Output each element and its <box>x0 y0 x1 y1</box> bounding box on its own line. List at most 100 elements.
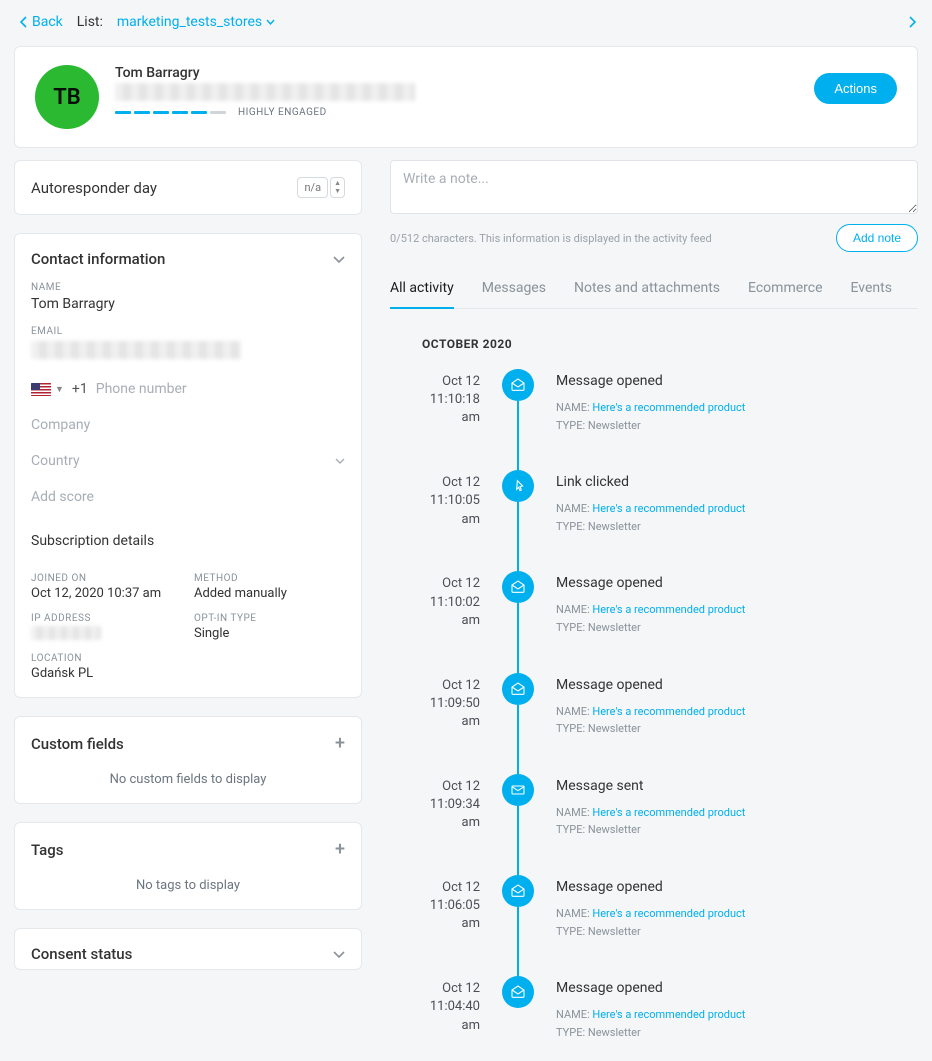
event-type-value: Newsletter <box>588 1026 641 1039</box>
note-textarea[interactable] <box>390 160 918 214</box>
contact-header: TB Tom Barragry HIGHLY ENGAGED Actions <box>14 46 918 148</box>
event-title: Message opened <box>556 373 745 389</box>
event-type-value: Newsletter <box>588 722 641 735</box>
event-type-label: TYPE: <box>556 419 588 432</box>
name-label: NAME <box>31 282 345 293</box>
event-message-link[interactable]: Here's a recommended product <box>592 502 745 515</box>
event-type-label: TYPE: <box>556 1026 588 1039</box>
add-custom-field-button[interactable]: + <box>335 733 345 754</box>
tags-title: Tags <box>31 841 63 859</box>
caret-down-icon <box>335 458 345 464</box>
avatar: TB <box>35 65 99 129</box>
tab-events[interactable]: Events <box>851 280 892 308</box>
event-title: Link clicked <box>556 474 745 490</box>
timeline-line <box>517 401 519 472</box>
consent-collapse-toggle[interactable] <box>333 945 345 963</box>
event-message-link[interactable]: Here's a recommended product <box>592 705 745 718</box>
redacted-email <box>115 83 415 101</box>
event-time: Oct 1211:10:05am <box>422 470 480 529</box>
phone-placeholder: Phone number <box>96 381 187 397</box>
custom-fields-panel: Custom fields + No custom fields to disp… <box>14 716 362 804</box>
phone-input[interactable]: ▼ +1 Phone number <box>31 381 345 397</box>
event-name-label: NAME: <box>556 401 592 414</box>
note-counter: 0/512 characters. This information is di… <box>390 232 712 245</box>
list-name-text: marketing_tests_stores <box>117 14 262 30</box>
event-type-label: TYPE: <box>556 520 588 533</box>
autoresponder-title: Autoresponder day <box>31 179 157 197</box>
back-label: Back <box>32 14 63 30</box>
score-input[interactable]: Add score <box>31 489 345 505</box>
actions-button[interactable]: Actions <box>814 73 897 104</box>
joined-label: JOINED ON <box>31 573 182 584</box>
event-message-link[interactable]: Here's a recommended product <box>592 603 745 616</box>
event-message-link[interactable]: Here's a recommended product <box>592 401 745 414</box>
tab-messages[interactable]: Messages <box>482 280 546 308</box>
contact-meta: Tom Barragry HIGHLY ENGAGED <box>115 65 415 118</box>
activity-timeline: OCTOBER 2020 Oct 1211:10:18am Message op… <box>390 337 918 1041</box>
country-select[interactable]: Country <box>31 453 345 469</box>
name-value: Tom Barragry <box>31 296 345 312</box>
ip-redacted <box>31 626 101 640</box>
add-tag-button[interactable]: + <box>335 839 345 860</box>
event-message-link[interactable]: Here's a recommended product <box>592 806 745 819</box>
event-name-label: NAME: <box>556 1008 592 1021</box>
country-placeholder: Country <box>31 453 80 469</box>
consent-title: Consent status <box>31 945 132 963</box>
event-name-label: NAME: <box>556 502 592 515</box>
autoresponder-stepper[interactable]: n/a ▲▼ <box>297 177 345 198</box>
company-input[interactable]: Company <box>31 417 345 433</box>
method-label: METHOD <box>194 573 345 584</box>
autoresponder-panel: Autoresponder day n/a ▲▼ <box>14 160 362 215</box>
event-time: Oct 1211:09:50am <box>422 673 480 732</box>
back-button[interactable]: Back <box>20 14 63 30</box>
timeline-line <box>517 806 519 877</box>
optin-label: OPT-IN TYPE <box>194 613 345 624</box>
mail-open-icon <box>502 369 534 401</box>
event-type-value: Newsletter <box>588 419 641 432</box>
event-message-link[interactable]: Here's a recommended product <box>592 907 745 920</box>
event-time: Oct 1211:09:34am <box>422 774 480 833</box>
event-title: Message sent <box>556 778 745 794</box>
list-dropdown[interactable]: marketing_tests_stores <box>117 14 275 30</box>
event-type-value: Newsletter <box>588 520 641 533</box>
list-label: List: <box>77 14 103 30</box>
timeline-line <box>517 502 519 573</box>
us-flag-icon <box>31 383 51 396</box>
subscription-title: Subscription details <box>31 533 345 549</box>
event-type-label: TYPE: <box>556 621 588 634</box>
event-name-label: NAME: <box>556 806 592 819</box>
stepper-arrows[interactable]: ▲▼ <box>330 177 345 198</box>
timeline-event: Oct 1211:09:34am Message sent NAME: Here… <box>422 774 918 875</box>
tab-ecommerce[interactable]: Ecommerce <box>748 280 822 308</box>
timeline-event: Oct 1211:10:05am Link clicked NAME: Here… <box>422 470 918 571</box>
mail-send-icon <box>502 774 534 806</box>
contact-name: Tom Barragry <box>115 65 415 81</box>
flag-dropdown-icon: ▼ <box>55 384 64 395</box>
engagement-label: HIGHLY ENGAGED <box>238 107 327 118</box>
tab-all-activity[interactable]: All activity <box>390 280 454 308</box>
event-title: Message opened <box>556 980 745 996</box>
contact-info-panel: Contact information NAME Tom Barragry EM… <box>14 233 362 698</box>
timeline-event: Oct 1211:10:02am Message opened NAME: He… <box>422 571 918 672</box>
event-type-label: TYPE: <box>556 722 588 735</box>
chevron-left-icon <box>20 16 28 28</box>
collapse-toggle[interactable] <box>333 250 345 268</box>
ip-label: IP ADDRESS <box>31 613 182 624</box>
activity-tabs: All activity Messages Notes and attachme… <box>390 280 918 309</box>
tags-empty: No tags to display <box>31 878 345 893</box>
event-time: Oct 1211:04:40am <box>422 976 480 1035</box>
event-title: Message opened <box>556 677 745 693</box>
add-note-button[interactable]: Add note <box>836 224 918 252</box>
chevron-down-icon <box>333 256 345 264</box>
event-message-link[interactable]: Here's a recommended product <box>592 1008 745 1021</box>
mail-open-icon <box>502 673 534 705</box>
topbar: Back List: marketing_tests_stores <box>0 0 932 44</box>
tags-panel: Tags + No tags to display <box>14 822 362 910</box>
location-label: LOCATION <box>31 653 182 664</box>
timeline-line <box>517 907 519 978</box>
chevron-right-icon[interactable] <box>908 16 916 28</box>
event-title: Message opened <box>556 575 745 591</box>
event-title: Message opened <box>556 879 745 895</box>
tab-notes[interactable]: Notes and attachments <box>574 280 720 308</box>
event-name-label: NAME: <box>556 705 592 718</box>
